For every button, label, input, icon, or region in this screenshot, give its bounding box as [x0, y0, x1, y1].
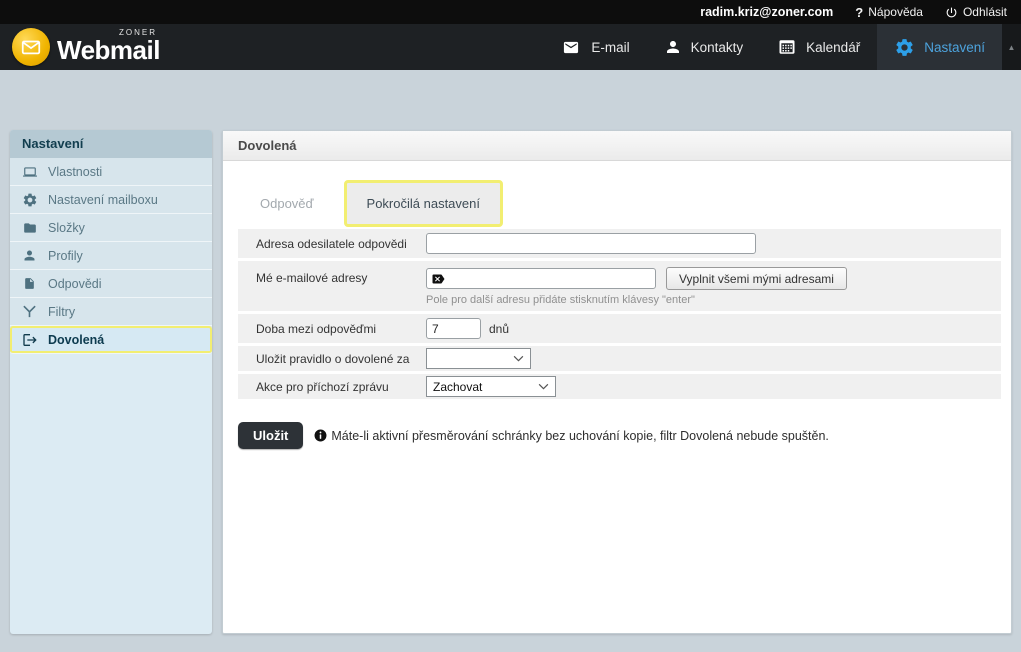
dovolena-panel: Dovolená Odpověď Pokročilá nastavení Adr…: [222, 130, 1012, 634]
my-addresses-input[interactable]: [426, 268, 656, 289]
monitor-icon: [21, 165, 38, 179]
form-row-incoming-action: Akce pro příchozí zprávu Zachovat: [238, 374, 1001, 399]
tab-odpoved[interactable]: Odpověď: [238, 196, 336, 211]
field-label: Akce pro příchozí zprávu: [253, 380, 426, 394]
tab-pokrocila-nastaveni[interactable]: Pokročilá nastavení: [344, 180, 503, 227]
field-label: Uložit pravidlo o dovolené za: [253, 352, 426, 366]
nav-label: Kontakty: [691, 40, 744, 55]
sidebar-item-label: Profily: [48, 249, 83, 263]
field-label: Adresa odesilatele odpovědi: [253, 237, 426, 251]
help-label: Nápověda: [868, 5, 923, 19]
sidebar-item-label: Odpovědi: [48, 277, 102, 291]
vacation-form: Adresa odesilatele odpovědi Mé e-mailové…: [238, 229, 1001, 402]
sidebar-item-label: Složky: [48, 221, 85, 235]
sidebar-item-slozky[interactable]: Složky: [10, 214, 212, 242]
nav-item-nastaveni[interactable]: Nastavení: [877, 24, 1002, 70]
form-row-sender-address: Adresa odesilatele odpovědi: [238, 229, 1001, 258]
form-row-my-addresses: Mé e-mailové adresy Vyplnit všemi mými a…: [238, 261, 1001, 311]
my-addresses-control: Vyplnit všemi mými adresami Pole pro dal…: [426, 267, 847, 306]
person-icon: [664, 38, 682, 56]
chevron-down-icon: [538, 383, 549, 390]
navbar: ZONER Webmail E-mail Kontakty Kalendář: [0, 24, 1021, 70]
form-row-reply-interval: Doba mezi odpověďmi dnů: [238, 314, 1001, 343]
logout-link[interactable]: Odhlásit: [945, 5, 1007, 19]
nav-label: E-mail: [591, 40, 629, 55]
incoming-action-select[interactable]: Zachovat: [426, 376, 556, 397]
brand-zoner: ZONER: [119, 28, 157, 37]
settings-sidebar: Nastavení Vlastnosti Nastavení mailboxu …: [10, 130, 212, 634]
save-button[interactable]: Uložit: [238, 422, 303, 449]
save-rule-select[interactable]: [426, 348, 531, 369]
nav-label: Kalendář: [806, 40, 860, 55]
person-icon: [21, 248, 38, 263]
form-row-save-rule-for: Uložit pravidlo o dovolené za: [238, 346, 1001, 371]
envelope-logo-icon: [12, 28, 50, 66]
reply-interval-input[interactable]: [426, 318, 481, 339]
nav-item-kalendar[interactable]: Kalendář: [760, 24, 877, 70]
sidebar-item-nastaveni-mailboxu[interactable]: Nastavení mailboxu: [10, 186, 212, 214]
logout-icon: [21, 332, 38, 348]
user-email: radim.kriz@zoner.com: [700, 5, 833, 19]
sidebar-item-label: Filtry: [48, 305, 75, 319]
sidebar-item-vlastnosti[interactable]: Vlastnosti: [10, 158, 212, 186]
calendar-icon: [777, 38, 797, 56]
nav-item-email[interactable]: E-mail: [543, 24, 646, 70]
sidebar-item-label: Dovolená: [48, 333, 104, 347]
gear-icon: [21, 192, 38, 208]
select-value: Zachovat: [433, 380, 482, 394]
sidebar-item-label: Nastavení mailboxu: [48, 193, 158, 207]
logout-label: Odhlásit: [963, 5, 1007, 19]
power-icon: [945, 6, 958, 19]
sidebar-item-filtry[interactable]: Filtry: [10, 298, 212, 326]
question-mark-icon: ?: [855, 5, 863, 20]
info-note: Máte-li aktivní přesměrování schránky be…: [314, 429, 829, 443]
tabs: Odpověď Pokročilá nastavení: [238, 178, 503, 228]
fill-all-addresses-button[interactable]: Vyplnit všemi mými adresami: [666, 267, 847, 290]
sidebar-item-profily[interactable]: Profily: [10, 242, 212, 270]
filter-icon: [21, 304, 38, 319]
field-label: Doba mezi odpověďmi: [253, 322, 426, 336]
info-text: Máte-li aktivní přesměrování schránky be…: [331, 429, 829, 443]
brand-text: ZONER Webmail: [57, 31, 160, 63]
panel-title: Dovolená: [223, 131, 1011, 161]
collapse-navbar-control[interactable]: ▲: [1002, 24, 1021, 70]
folder-icon: [21, 221, 38, 235]
nav-label: Nastavení: [924, 40, 985, 55]
info-icon: [314, 429, 327, 442]
nav-item-kontakty[interactable]: Kontakty: [647, 24, 761, 70]
nav-items: E-mail Kontakty Kalendář Nastavení ▲: [543, 24, 1021, 70]
app-logo[interactable]: ZONER Webmail: [12, 24, 160, 70]
sender-address-input[interactable]: [426, 233, 756, 254]
days-suffix: dnů: [489, 322, 509, 336]
my-addresses-text-input[interactable]: [450, 270, 651, 287]
help-link[interactable]: ? Nápověda: [855, 5, 923, 20]
sidebar-item-label: Vlastnosti: [48, 165, 102, 179]
topbar: radim.kriz@zoner.com ? Nápověda Odhlásit: [0, 0, 1021, 24]
form-actions: Uložit Máte-li aktivní přesměrování schr…: [238, 422, 829, 449]
sidebar-item-dovolena[interactable]: Dovolená: [10, 326, 212, 354]
envelope-icon: [560, 39, 582, 56]
field-label: Mé e-mailové adresy: [253, 267, 426, 306]
remove-address-icon[interactable]: [431, 273, 446, 285]
sidebar-item-odpovedi[interactable]: Odpovědi: [10, 270, 212, 298]
document-icon: [21, 276, 38, 291]
addresses-hint: Pole pro další adresu přidáte stisknutím…: [426, 294, 847, 306]
chevron-down-icon: [513, 355, 524, 362]
chevron-up-icon: ▲: [1008, 43, 1016, 52]
sidebar-header: Nastavení: [10, 130, 212, 158]
gear-icon: [894, 37, 915, 58]
